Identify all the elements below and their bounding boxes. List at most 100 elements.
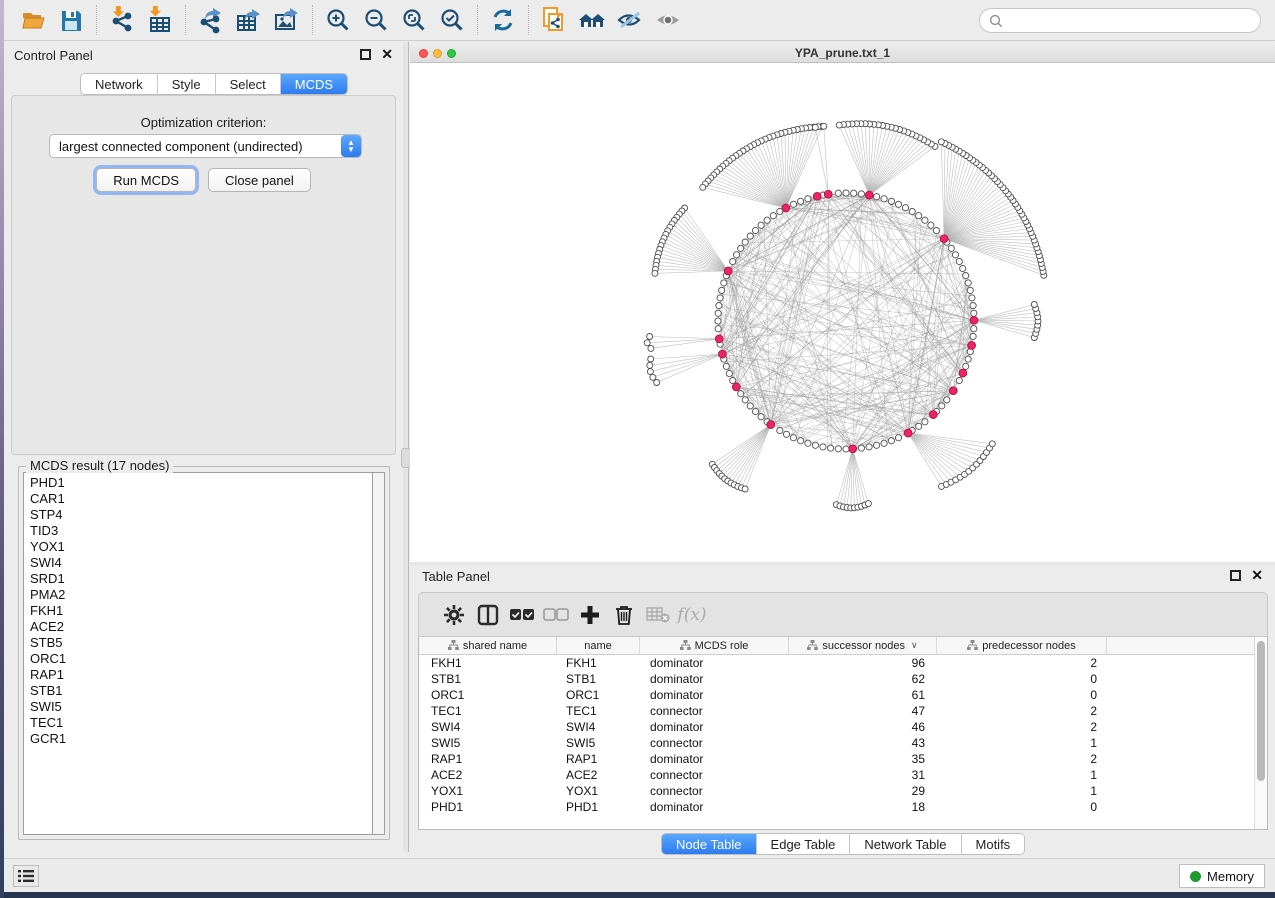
- mcds-result-item[interactable]: STB5: [30, 635, 372, 651]
- network-node[interactable]: [733, 252, 739, 258]
- network-node[interactable]: [700, 184, 706, 190]
- float-table-panel-button[interactable]: [1230, 570, 1241, 581]
- network-node[interactable]: [835, 190, 841, 196]
- cell-successor-nodes[interactable]: 47: [789, 704, 937, 718]
- table-row[interactable]: STB1STB1dominator620: [419, 671, 1254, 687]
- table-row[interactable]: TEC1TEC1connector472: [419, 703, 1254, 719]
- table-row[interactable]: ORC1ORC1dominator610: [419, 687, 1254, 703]
- column-header-successor-nodes[interactable]: successor nodes∨: [789, 637, 937, 654]
- network-node[interactable]: [971, 326, 977, 332]
- import-table-button[interactable]: [141, 3, 179, 37]
- cell-name[interactable]: YOX1: [557, 784, 640, 798]
- cell-shared-name[interactable]: ACE2: [419, 768, 557, 782]
- task-history-button[interactable]: [13, 865, 39, 887]
- zoom-fit-button[interactable]: [395, 3, 433, 37]
- delete-table-button[interactable]: [641, 598, 675, 632]
- cell-shared-name[interactable]: RAP1: [419, 752, 557, 766]
- column-header-predecessor-nodes[interactable]: predecessor nodes: [937, 637, 1107, 654]
- network-node[interactable]: [726, 370, 732, 376]
- cell-shared-name[interactable]: ORC1: [419, 688, 557, 702]
- network-node[interactable]: [960, 265, 966, 271]
- network-node[interactable]: [805, 196, 811, 202]
- cell-shared-name[interactable]: FKH1: [419, 656, 557, 670]
- mcds-result-list[interactable]: PHD1CAR1STP4TID3YOX1SWI4SRD1PMA2FKH1ACE2…: [23, 472, 373, 835]
- cell-successor-nodes[interactable]: 96: [789, 656, 937, 670]
- cell-successor-nodes[interactable]: 31: [789, 768, 937, 782]
- cell-MCDS-role[interactable]: dominator: [640, 752, 789, 766]
- cell-successor-nodes[interactable]: 61: [789, 688, 937, 702]
- column-header-MCDS-role[interactable]: MCDS role: [640, 637, 789, 654]
- cell-predecessor-nodes[interactable]: 2: [937, 752, 1107, 766]
- network-node[interactable]: [738, 391, 744, 397]
- network-node[interactable]: [916, 423, 922, 429]
- network-node[interactable]: [909, 208, 915, 214]
- mcds-hub-node[interactable]: [968, 342, 976, 350]
- mcds-result-item[interactable]: ACE2: [30, 619, 372, 635]
- mcds-hub-node[interactable]: [724, 267, 732, 275]
- mcds-hub-node[interactable]: [849, 445, 857, 453]
- network-node[interactable]: [742, 239, 748, 245]
- network-node[interactable]: [970, 303, 976, 309]
- network-node[interactable]: [715, 326, 721, 332]
- cell-MCDS-role[interactable]: dominator: [640, 800, 789, 814]
- mcds-result-item[interactable]: CAR1: [30, 491, 372, 507]
- cell-successor-nodes[interactable]: 43: [789, 736, 937, 750]
- network-node[interactable]: [928, 222, 934, 228]
- cell-MCDS-role[interactable]: dominator: [640, 688, 789, 702]
- network-node[interactable]: [835, 446, 841, 452]
- export-table-button[interactable]: [230, 3, 268, 37]
- network-node[interactable]: [752, 408, 758, 414]
- mcds-hub-node[interactable]: [940, 235, 948, 243]
- network-node[interactable]: [1031, 302, 1037, 308]
- network-node[interactable]: [969, 295, 975, 301]
- search-field[interactable]: [979, 8, 1261, 33]
- cell-name[interactable]: RAP1: [557, 752, 640, 766]
- mcds-hub-node[interactable]: [959, 369, 967, 377]
- save-session-button[interactable]: [52, 3, 90, 37]
- network-node[interactable]: [916, 213, 922, 219]
- mcds-hub-node[interactable]: [782, 204, 790, 212]
- mcds-hub-node[interactable]: [824, 190, 832, 198]
- network-node[interactable]: [967, 287, 973, 293]
- close-panel-icon[interactable]: ✕: [381, 49, 393, 60]
- network-node[interactable]: [730, 258, 736, 264]
- network-node[interactable]: [742, 486, 748, 492]
- cell-name[interactable]: PHD1: [557, 800, 640, 814]
- cell-name[interactable]: STB1: [557, 672, 640, 686]
- mcds-hub-node[interactable]: [904, 429, 912, 437]
- export-image-button[interactable]: [268, 3, 306, 37]
- table-row[interactable]: YOX1YOX1connector291: [419, 783, 1254, 799]
- import-network-button[interactable]: [103, 3, 141, 37]
- vertical-splitter[interactable]: [403, 42, 409, 852]
- cell-predecessor-nodes[interactable]: 1: [937, 768, 1107, 782]
- cell-successor-nodes[interactable]: 18: [789, 800, 937, 814]
- network-node[interactable]: [715, 318, 721, 324]
- first-neighbors-button[interactable]: [573, 3, 611, 37]
- mcds-result-item[interactable]: SWI4: [30, 555, 372, 571]
- cell-successor-nodes[interactable]: 35: [789, 752, 937, 766]
- cell-shared-name[interactable]: YOX1: [419, 784, 557, 798]
- tab-node-table[interactable]: Node Table: [662, 834, 757, 854]
- cell-shared-name[interactable]: SWI5: [419, 736, 557, 750]
- select-all-button[interactable]: [505, 598, 539, 632]
- cell-MCDS-role[interactable]: dominator: [640, 720, 789, 734]
- network-node[interactable]: [970, 333, 976, 339]
- export-network-button[interactable]: [192, 3, 230, 37]
- cell-predecessor-nodes[interactable]: 2: [937, 656, 1107, 670]
- delete-column-button[interactable]: [607, 598, 641, 632]
- table-row[interactable]: PHD1PHD1dominator180: [419, 799, 1254, 815]
- network-node[interactable]: [858, 445, 864, 451]
- network-node[interactable]: [865, 501, 871, 507]
- network-node[interactable]: [812, 442, 818, 448]
- mcds-result-item[interactable]: GCR1: [30, 731, 372, 747]
- network-node[interactable]: [821, 123, 827, 129]
- network-node[interactable]: [874, 442, 880, 448]
- cell-MCDS-role[interactable]: connector: [640, 736, 789, 750]
- network-node[interactable]: [843, 446, 849, 452]
- create-column-button[interactable]: [573, 598, 607, 632]
- mcds-result-item[interactable]: FKH1: [30, 603, 372, 619]
- cell-name[interactable]: SWI5: [557, 736, 640, 750]
- network-node[interactable]: [902, 205, 908, 211]
- network-node[interactable]: [888, 438, 894, 444]
- cell-predecessor-nodes[interactable]: 1: [937, 736, 1107, 750]
